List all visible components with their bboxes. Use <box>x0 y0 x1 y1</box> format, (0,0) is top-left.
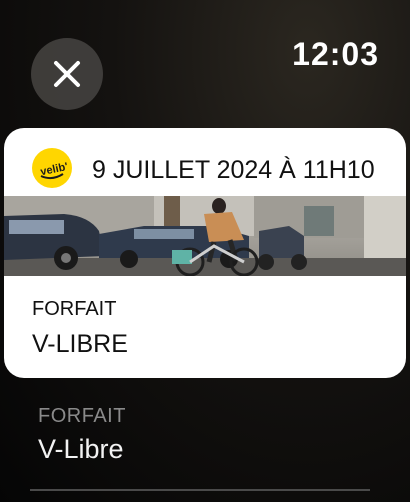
close-icon <box>54 61 80 87</box>
pass-card-field-value: V-LIBRE <box>32 330 128 358</box>
pass-date: 9 JUILLET 2024 À 11H10 <box>92 156 375 184</box>
detail-field-label: FORFAIT <box>38 405 126 427</box>
status-time: 12:03 <box>292 36 379 72</box>
pass-card-field-label: FORFAIT <box>32 298 117 320</box>
velib-logo-icon: velib' <box>32 148 72 188</box>
detail-field-value: V-Libre <box>38 434 124 464</box>
pass-card[interactable]: velib' 9 JUILLET 2024 À 11H10 FORFAIT V-… <box>4 128 406 378</box>
cyclist-photo <box>4 196 406 276</box>
divider <box>30 489 370 491</box>
close-button[interactable] <box>31 38 103 110</box>
pass-card-header: velib' 9 JUILLET 2024 À 11H10 <box>4 128 406 196</box>
